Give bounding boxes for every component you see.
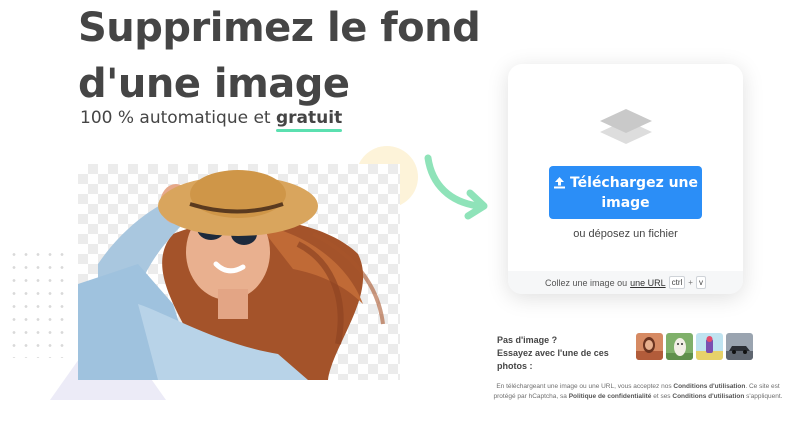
paste-text: Collez une image ou bbox=[545, 277, 628, 288]
sample-prompt-line2: Essayez avec l'une de ces bbox=[497, 348, 609, 358]
woman-cutout-image bbox=[78, 170, 385, 380]
url-link[interactable]: une URL bbox=[630, 278, 666, 288]
v-key: v bbox=[695, 276, 706, 289]
sample-thumb-product[interactable] bbox=[696, 333, 723, 360]
terms-link[interactable]: Conditions d'utilisation bbox=[673, 383, 745, 390]
car-thumb-image bbox=[726, 333, 753, 360]
terms-link-2[interactable]: Conditions d'utilisation bbox=[672, 393, 744, 400]
subtitle: 100 % automatique et gratuit bbox=[80, 108, 343, 132]
legal-text-3: et ses bbox=[653, 393, 671, 400]
woman-thumb-image bbox=[636, 333, 663, 360]
sample-prompt: Pas d'image ? Essayez avec l'une de ces … bbox=[497, 334, 609, 373]
sample-prompt-line1: Pas d'image ? bbox=[497, 335, 558, 345]
title-line-2: d'une image bbox=[78, 61, 350, 107]
sample-thumb-llama[interactable] bbox=[666, 333, 693, 360]
curved-arrow-icon bbox=[424, 154, 488, 220]
hero-image-transparent-background bbox=[78, 164, 400, 380]
legal-text-4: s'appliquent. bbox=[746, 393, 783, 400]
plus-sign: + bbox=[688, 278, 693, 287]
upload-button-label: Téléchargez une image bbox=[569, 175, 699, 211]
legal-text-1: En téléchargeant une image ou une URL, v… bbox=[496, 383, 672, 390]
upload-card[interactable]: Téléchargez une image ou déposez un fich… bbox=[508, 64, 743, 294]
subtitle-highlight: gratuit bbox=[276, 108, 343, 132]
page-title: Supprimez le fond d'une image bbox=[78, 0, 481, 112]
sample-thumbnails bbox=[636, 333, 753, 360]
title-line-1: Supprimez le fond bbox=[78, 5, 481, 51]
drop-file-text: ou déposez un fichier bbox=[573, 228, 678, 240]
product-thumb-image bbox=[696, 333, 723, 360]
privacy-link[interactable]: Politique de confidentialité bbox=[569, 393, 652, 400]
legal-notice: En téléchargeant une image ou une URL, v… bbox=[488, 382, 788, 402]
upload-image-button[interactable]: Téléchargez une image bbox=[549, 166, 702, 219]
llama-thumb-image bbox=[666, 333, 693, 360]
ctrl-key: ctrl bbox=[668, 276, 686, 289]
layers-icon bbox=[600, 109, 652, 144]
subtitle-prefix: 100 % automatique et bbox=[80, 108, 271, 128]
paste-bar: Collez une image ou une URL ctrl + v bbox=[508, 271, 743, 294]
sample-prompt-line3: photos : bbox=[497, 361, 533, 371]
sample-thumb-woman[interactable] bbox=[636, 333, 663, 360]
sample-thumb-car[interactable] bbox=[726, 333, 753, 360]
upload-icon bbox=[553, 177, 565, 189]
